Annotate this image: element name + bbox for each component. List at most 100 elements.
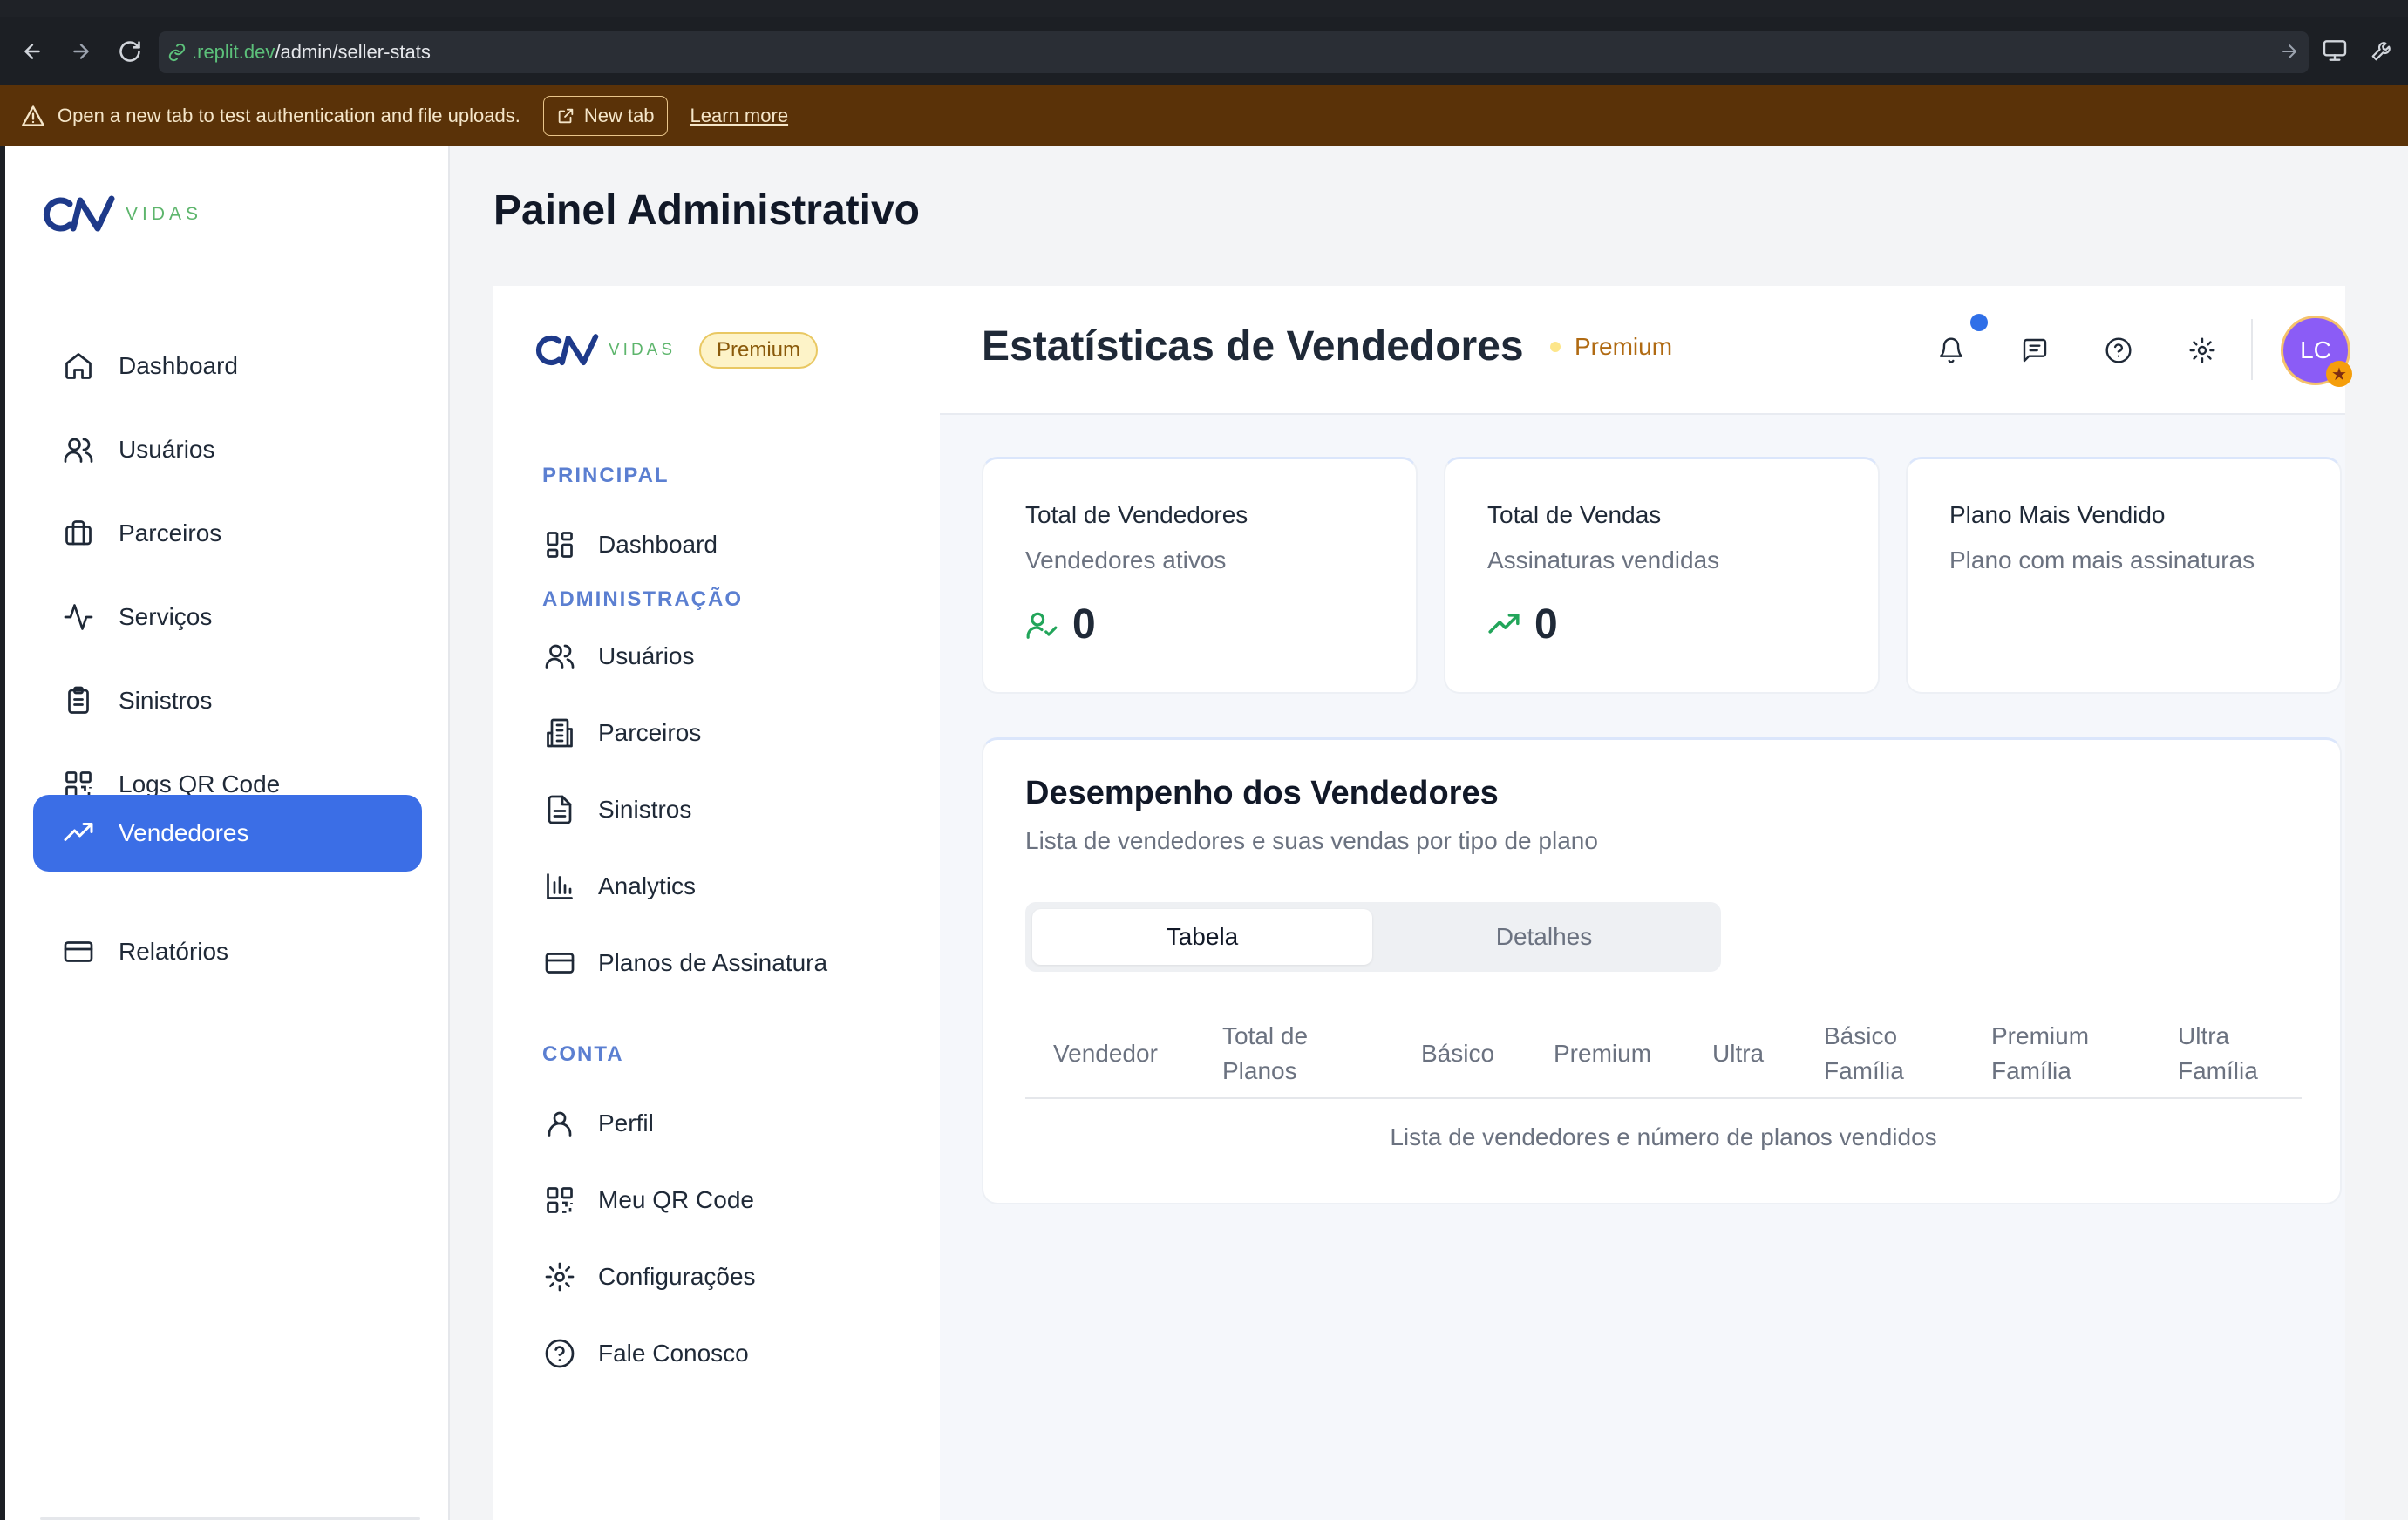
column-header-line: Família — [2178, 1057, 2258, 1084]
brand-wordmark: VIDAS — [126, 204, 203, 224]
trending-up-icon — [1488, 613, 1520, 634]
sidebar-item-dashboard[interactable]: Dashboard — [33, 328, 422, 404]
sidebar-item-label: Sinistros — [119, 687, 213, 714]
sidebar-item-label: Relatórios — [119, 938, 229, 965]
sidebar-item-usuarios[interactable]: Usuários — [33, 411, 422, 488]
inner-nav-dashboard[interactable]: Dashboard — [542, 523, 718, 567]
stat-card-vendas: Total de Vendas Assinaturas vendidas 0 — [1444, 457, 1880, 694]
reload-button[interactable] — [113, 35, 146, 68]
performance-card: Desempenho dos Vendedores Lista de vende… — [982, 737, 2342, 1204]
settings-button[interactable] — [2181, 329, 2223, 371]
premium-badge: Premium — [699, 332, 819, 369]
star-icon: ★ — [2326, 361, 2352, 387]
cn-logo-mark — [43, 195, 115, 232]
section-principal: PRINCIPAL — [542, 464, 670, 487]
performance-title: Desempenho dos Vendedores — [1025, 775, 1499, 811]
inner-brand-logo[interactable]: VIDAS — [530, 331, 676, 370]
column-header-basico-familia[interactable]: Básico Família — [1824, 1019, 1904, 1089]
outer-sidebar: VIDAS Dashboard Usuários Parceiros Servi… — [5, 146, 450, 1520]
user-icon — [542, 1106, 577, 1141]
sidebar-item-label: Parceiros — [119, 519, 222, 546]
bell-icon — [1939, 337, 1963, 363]
address-bar[interactable]: .replit.dev/admin/seller-stats — [159, 31, 2309, 73]
back-button[interactable] — [16, 35, 49, 68]
brand-wordmark: VIDAS — [609, 341, 677, 359]
learn-more-link[interactable]: Learn more — [690, 105, 789, 127]
help-circle-icon — [542, 1336, 577, 1371]
sidebar-item-vendedores[interactable]: Vendedores — [33, 795, 422, 872]
new-tab-label: New tab — [583, 105, 655, 126]
go-arrow-icon[interactable] — [2279, 41, 2300, 62]
column-header-premium-familia[interactable]: Premium Família — [1991, 1019, 2089, 1089]
tier-indicator: Premium — [1550, 333, 1672, 361]
monitor-icon — [2323, 40, 2347, 61]
inner-nav-label: Configurações — [598, 1263, 756, 1290]
new-tab-button[interactable]: New tab — [542, 96, 668, 136]
devtools-button[interactable] — [2370, 37, 2396, 63]
stat-value: 0 — [1534, 601, 1558, 648]
inner-nav-analytics[interactable]: Analytics — [542, 865, 696, 908]
inner-nav-label: Parceiros — [598, 719, 702, 746]
column-header-line: Ultra — [1712, 1040, 1765, 1067]
page-title: Painel Administrativo — [493, 187, 920, 234]
browser-toolbar: .replit.dev/admin/seller-stats — [0, 17, 2408, 85]
arrow-right-icon — [73, 44, 89, 59]
sidebar-item-label: Usuários — [119, 436, 215, 463]
tier-dot — [1550, 342, 1561, 352]
inner-nav-label: Fale Conosco — [598, 1340, 749, 1367]
forward-button[interactable] — [65, 35, 98, 68]
devices-button[interactable] — [2321, 37, 2349, 64]
inner-nav-configuracoes[interactable]: Configurações — [542, 1255, 756, 1299]
column-header-line: Ultra — [2178, 1022, 2230, 1049]
inner-nav-usuarios[interactable]: Usuários — [542, 634, 694, 678]
performance-subtitle: Lista de vendedores e suas vendas por ti… — [1025, 827, 1598, 854]
sidebar-item-label: Dashboard — [119, 352, 238, 379]
sidebar-item-sinistros[interactable]: Sinistros — [33, 662, 422, 739]
messages-button[interactable] — [2014, 329, 2056, 371]
brand-logo[interactable]: VIDAS — [37, 193, 202, 235]
sidebar-item-parceiros[interactable]: Parceiros — [33, 495, 422, 572]
tab-tabela[interactable]: Tabela — [1032, 909, 1372, 965]
column-header-ultra-familia[interactable]: Ultra Família — [2178, 1019, 2258, 1089]
help-circle-icon — [2105, 337, 2132, 363]
column-header-premium[interactable]: Premium — [1554, 1036, 1651, 1071]
sidebar-item-relatorios[interactable]: Relatórios — [33, 913, 422, 990]
help-button[interactable] — [2098, 329, 2139, 371]
tier-label: Premium — [1575, 333, 1673, 360]
inner-nav-planos[interactable]: Planos de Assinatura — [542, 941, 827, 985]
warning-icon — [22, 105, 44, 126]
column-header-ultra[interactable]: Ultra — [1712, 1036, 1764, 1071]
credit-card-icon — [61, 934, 96, 969]
stat-card-plano: Plano Mais Vendido Plano com mais assina… — [1906, 457, 2342, 694]
notifications-button[interactable] — [1930, 329, 1972, 371]
inner-nav-sinistros[interactable]: Sinistros — [542, 788, 691, 831]
column-header-line: Premium — [1991, 1022, 2090, 1049]
building-icon — [542, 716, 577, 750]
column-header-vendedor[interactable]: Vendedor — [1053, 1036, 1158, 1071]
column-header-line: Premium — [1554, 1040, 1652, 1067]
column-header-line: Planos — [1222, 1057, 1297, 1084]
sidebar-item-servicos[interactable]: Serviços — [33, 579, 422, 655]
tab-detalhes[interactable]: Detalhes — [1374, 909, 1714, 965]
settings-icon — [542, 1259, 577, 1294]
home-icon — [61, 349, 96, 383]
notification-indicator — [1970, 314, 1988, 331]
inner-nav-perfil[interactable]: Perfil — [542, 1102, 654, 1145]
inner-nav-label: Planos de Assinatura — [598, 949, 828, 976]
column-header-basico[interactable]: Básico — [1421, 1036, 1494, 1071]
url-path: /admin/seller-stats — [275, 41, 431, 63]
inner-nav-meu-qr-code[interactable]: Meu QR Code — [542, 1178, 754, 1222]
qr-code-icon — [542, 1183, 577, 1218]
stat-value: 0 — [1072, 601, 1096, 648]
file-text-icon — [542, 792, 577, 827]
inner-nav-fale-conosco[interactable]: Fale Conosco — [542, 1332, 749, 1375]
inner-nav-parceiros[interactable]: Parceiros — [542, 711, 701, 755]
content-area: Estatísticas de Vendedores Premium LC ★ … — [940, 286, 2352, 1520]
inner-sidebar: VIDAS Premium PRINCIPAL Dashboard ADMINI… — [493, 286, 940, 1520]
inner-nav-label: Analytics — [598, 872, 697, 899]
user-check-icon — [1026, 612, 1058, 639]
sidebar-item-label: Serviços — [119, 603, 213, 630]
stat-title: Total de Vendedores — [1025, 501, 1248, 528]
stat-title: Plano Mais Vendido — [1949, 501, 2166, 528]
column-header-total-de-planos[interactable]: Total de Planos — [1222, 1019, 1308, 1089]
